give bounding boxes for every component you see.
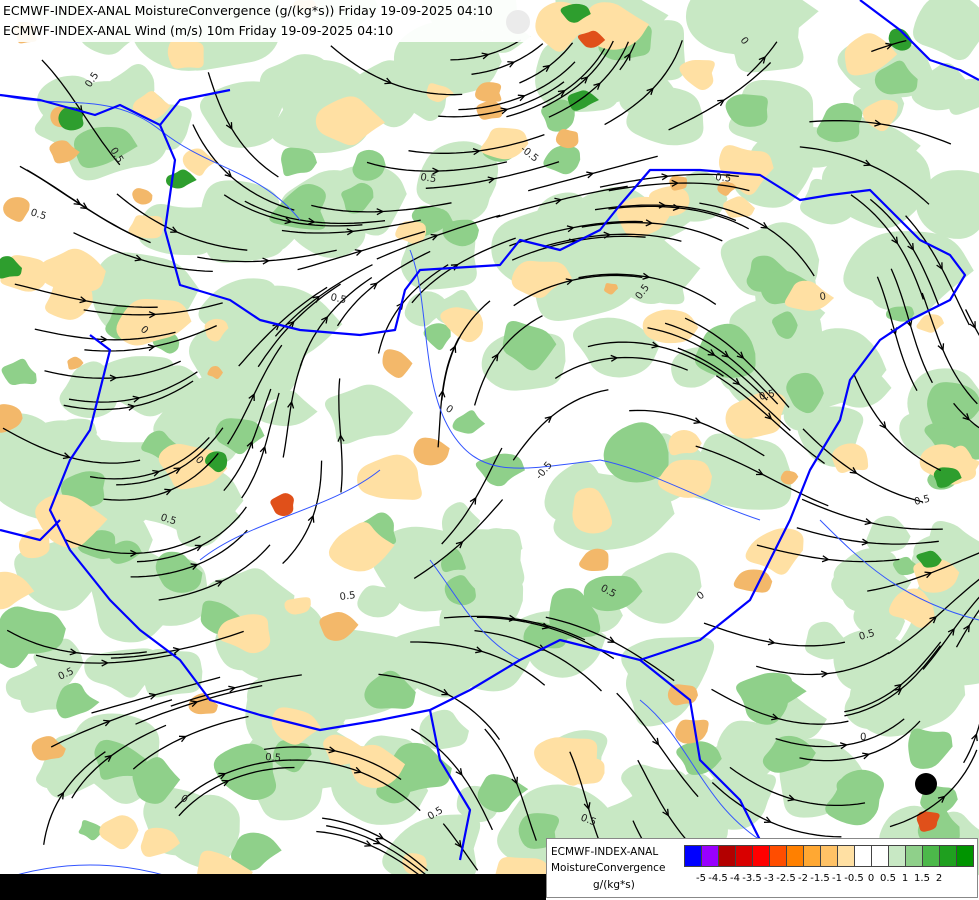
convergence-area xyxy=(1,358,37,386)
legend-swatches xyxy=(684,845,974,867)
contour-label: 0 xyxy=(695,590,707,603)
contour-label: 0.5 xyxy=(715,172,732,185)
convergence-area xyxy=(324,384,414,445)
legend-tick-label: -3.5 xyxy=(742,873,762,884)
legend-swatch xyxy=(905,845,923,867)
divergence-area xyxy=(413,437,450,466)
legend-swatch xyxy=(888,845,906,867)
extreme-value-area xyxy=(270,493,294,517)
legend-tick-label: -3 xyxy=(764,873,774,884)
divergence-area xyxy=(642,309,699,344)
bottom-black-bar xyxy=(0,874,546,900)
contour-label: 0 xyxy=(860,732,867,743)
legend-swatch xyxy=(939,845,957,867)
legend-swatch xyxy=(837,845,855,867)
convergence-area xyxy=(281,147,317,177)
legend-tick-label: -1 xyxy=(832,873,842,884)
legend-swatch xyxy=(803,845,821,867)
convergence-area xyxy=(423,323,451,350)
legend-tick-label: 1 xyxy=(901,873,909,884)
wind-streamline xyxy=(965,309,979,337)
legend-swatch xyxy=(956,845,974,867)
divergence-area xyxy=(382,349,413,378)
legend-tick-label: -4.5 xyxy=(708,873,728,884)
map-title-box: ECMWF-INDEX-ANAL MoistureConvergence (g/… xyxy=(0,0,530,42)
legend-tick-label: 0.5 xyxy=(880,873,896,884)
divergence-area xyxy=(99,815,139,850)
contour-label: 0.5 xyxy=(339,590,356,603)
convergence-field xyxy=(0,0,979,897)
contour-label: -0.5 xyxy=(534,460,555,482)
wind-streamline xyxy=(512,389,609,461)
extreme-value-area xyxy=(476,99,503,120)
contour-label: 0 xyxy=(443,403,454,416)
divergence-area xyxy=(357,454,422,500)
legend-tick-label: -2 xyxy=(798,873,808,884)
legend-swatch xyxy=(786,845,804,867)
contour-label: 0.5 xyxy=(329,292,347,306)
divergence-area xyxy=(39,248,106,292)
legend-tick-label: 2 xyxy=(935,873,943,884)
divergence-area xyxy=(132,188,153,205)
legend-tick-label: -2.5 xyxy=(776,873,796,884)
contour-label: -0.5 xyxy=(518,144,540,165)
legend-swatch xyxy=(735,845,753,867)
map-title-line-2: ECMWF-INDEX-ANAL Wind (m/s) 10m Friday 1… xyxy=(3,23,394,38)
legend-swatch xyxy=(820,845,838,867)
extreme-value-area xyxy=(933,467,962,488)
legend-tick-label: -1.5 xyxy=(810,873,830,884)
convergence-area xyxy=(816,102,863,143)
contour-label: 0.5 xyxy=(420,172,437,185)
legend-swatch xyxy=(718,845,736,867)
extreme-value-area xyxy=(3,197,30,222)
convergence-area xyxy=(419,709,469,750)
legend-tick-label: -5 xyxy=(696,873,706,884)
divergence-area xyxy=(167,39,204,69)
map-title-line-1: ECMWF-INDEX-ANAL MoistureConvergence (g/… xyxy=(3,3,493,18)
convergence-area xyxy=(799,178,858,225)
convergence-area xyxy=(866,515,911,554)
convergence-area xyxy=(913,0,979,61)
divergence-area xyxy=(675,719,709,744)
contour-label: 0 xyxy=(819,291,827,303)
color-legend: ECMWF-INDEX-ANAL MoistureConvergence g/(… xyxy=(546,838,978,898)
legend-swatch xyxy=(684,845,702,867)
contour-label: 0.5 xyxy=(265,752,282,764)
legend-swatch xyxy=(922,845,940,867)
convergence-area xyxy=(843,231,974,319)
convergence-area xyxy=(603,422,669,483)
convergence-area xyxy=(357,585,402,618)
contour-label: 0.5 xyxy=(29,207,47,222)
legend-swatch xyxy=(701,845,719,867)
divergence-area xyxy=(733,569,773,593)
legend-tick-label: -0.5 xyxy=(844,873,864,884)
map-canvas: 0.500.50-0.50.5 00.50.500.500.50.500.5-0.… xyxy=(0,0,979,897)
legend-swatch xyxy=(769,845,787,867)
contour-label: 0.5 xyxy=(913,494,931,508)
legend-tick-label: 0 xyxy=(867,873,875,884)
legend-swatch xyxy=(752,845,770,867)
divergence-area xyxy=(679,59,715,90)
convergence-area xyxy=(543,145,581,175)
extreme-value-area xyxy=(915,773,937,795)
divergence-area xyxy=(555,128,579,149)
divergence-area xyxy=(579,548,609,572)
legend-tick-label: 1.5 xyxy=(914,873,930,884)
legend-swatch xyxy=(854,845,872,867)
convergence-area xyxy=(908,728,953,769)
weather-map: 0.5 0 0.5 0 -0.5 0.5 0 0.5 0.5 0 0.5 0 0.5 0.5 0 0.5 -0.… xyxy=(0,0,979,900)
legend-tick-labels: -5 -4.5 -4 -3.5 -3 -2.5 -2 -1.5 -1 -0.5 0 0.5 1 1.5 2 xyxy=(684,873,974,889)
legend-title-model: ECMWF-INDEX-ANAL xyxy=(551,846,659,858)
legend-title-variable: MoistureConvergence xyxy=(551,862,666,874)
wind-streamline xyxy=(963,723,979,764)
legend-swatch xyxy=(871,845,889,867)
divergence-area xyxy=(780,470,799,485)
legend-tick-label: -4 xyxy=(730,873,740,884)
convergence-area xyxy=(452,410,486,434)
convergence-area xyxy=(475,453,525,487)
